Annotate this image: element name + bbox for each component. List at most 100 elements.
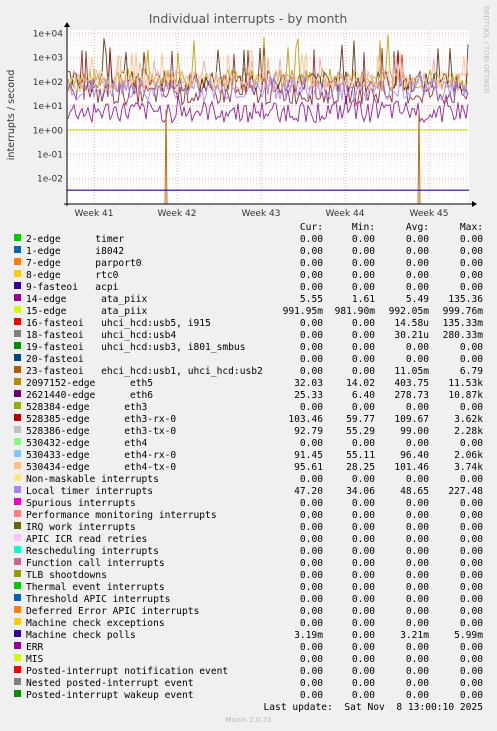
legend-max: 11.53k — [448, 378, 483, 389]
legend-cur: 0.00 — [299, 330, 323, 341]
legend-avg: 0.00 — [405, 690, 429, 701]
legend-cur: 0.00 — [299, 606, 323, 617]
legend-cur: 0.00 — [299, 258, 323, 269]
y-tick-label: 1e-01 — [37, 151, 63, 161]
legend-avg: 109.67 — [394, 414, 429, 425]
legend-avg: 992.05m — [388, 306, 429, 317]
legend-label: Non-maskable interrupts — [26, 474, 159, 485]
legend-swatch — [14, 378, 21, 385]
legend-avg: 278.73 — [394, 390, 429, 401]
legend-row: 530432-edge eth4 0.00 0.00 0.00 0.00 — [0, 438, 497, 450]
legend-swatch — [14, 234, 21, 241]
legend-avg: 0.00 — [405, 546, 429, 557]
legend-min: 59.77 — [346, 414, 375, 425]
legend-row: Posted-interrupt wakeup event 0.00 0.00 0.0… — [0, 690, 497, 702]
legend-min: 34.06 — [346, 486, 375, 497]
legend-avg: 0.00 — [405, 654, 429, 665]
legend-cur: 91.45 — [294, 450, 323, 461]
legend-max: 0.00 — [459, 582, 483, 593]
legend-max: 10.87k — [448, 390, 483, 401]
legend-cur: 103.46 — [288, 414, 323, 425]
legend-swatch — [14, 558, 21, 565]
legend-swatch — [14, 522, 21, 529]
legend-swatch — [14, 498, 21, 505]
legend-cur: 95.61 — [294, 462, 323, 473]
legend-row: Nested posted-interrupt event 0.00 0.00 0.0… — [0, 678, 497, 690]
legend-row: 14-edge ata_piix 5.55 1.61 5.49 135.36 — [0, 294, 497, 306]
legend-swatch — [14, 690, 21, 697]
legend-avg: 0.00 — [405, 666, 429, 677]
legend-cur: 0.00 — [299, 498, 323, 509]
legend-avg: 0.00 — [405, 570, 429, 581]
legend-avg: 0.00 — [405, 282, 429, 293]
legend-row: 16-fasteoi uhci_hcd:usb5, i915 0.00 0.00 14… — [0, 318, 497, 330]
legend-label: 18-fasteoi uhci_hcd:usb4 — [26, 330, 177, 341]
legend-min: 0.00 — [351, 438, 375, 449]
legend-avg: 0.00 — [405, 522, 429, 533]
legend-min: 0.00 — [351, 258, 375, 269]
legend-cur: 5.55 — [299, 294, 323, 305]
legend-swatch — [14, 438, 21, 445]
legend-max: 0.00 — [459, 234, 483, 245]
legend-cur: 0.00 — [299, 522, 323, 533]
legend-max: 0.00 — [459, 678, 483, 689]
legend-row: TLB shootdowns 0.00 0.00 0.00 0.00 — [0, 570, 497, 582]
legend-max: 135.36 — [448, 294, 483, 305]
legend-row: 2097152-edge eth5 32.03 14.02 403.75 11.53k — [0, 378, 497, 390]
legend-avg: 30.21u — [394, 330, 429, 341]
legend-label: 8-edge rtc0 — [26, 270, 119, 281]
legend-row: 19-fasteoi uhci_hcd:usb3, i801_smbus 0.00… — [0, 342, 497, 354]
legend-max: 227.48 — [448, 486, 483, 497]
legend-max: 2.28k — [454, 426, 483, 437]
legend-swatch — [14, 270, 21, 277]
legend-min: 981.90m — [334, 306, 375, 317]
legend-avg: 101.46 — [394, 462, 429, 473]
legend-cur: 0.00 — [299, 582, 323, 593]
legend-swatch — [14, 426, 21, 433]
legend-label: Machine check exceptions — [26, 618, 165, 629]
legend-row: Thermal event interrupts 0.00 0.00 0.00 0.00 — [0, 582, 497, 594]
y-axis-label: interrupts / second — [6, 70, 17, 161]
legend-max: 0.00 — [459, 642, 483, 653]
legend-min: 0.00 — [351, 246, 375, 257]
legend-swatch — [14, 630, 21, 637]
y-tick-label: 1e+02 — [33, 78, 63, 88]
legend-label: 530433-edge eth4-rx-0 — [26, 450, 177, 461]
legend-avg: 14.58u — [394, 318, 429, 329]
legend-avg: 0.00 — [405, 402, 429, 413]
legend-min: 0.00 — [351, 342, 375, 353]
x-tick-labels: Week 41 Week 42 Week 43 Week 44 Week 45 — [75, 209, 449, 219]
legend-max: 0.00 — [459, 258, 483, 269]
legend-row: Deferred Error APIC interrupts 0.00 0.00 0.… — [0, 606, 497, 618]
legend-min: 0.00 — [351, 570, 375, 581]
legend-avg: 3.21m — [400, 630, 429, 641]
legend-cur: 0.00 — [299, 246, 323, 257]
legend-row: 530434-edge eth4-tx-0 95.61 28.25 101.46 3.7… — [0, 462, 497, 474]
legend-max: 0.00 — [459, 558, 483, 569]
legend-avg: 0.00 — [405, 354, 429, 365]
legend-label: 530434-edge eth4-tx-0 — [26, 462, 177, 473]
legend-max: 0.00 — [459, 594, 483, 605]
legend-row: IRQ work interrupts 0.00 0.00 0.00 0.00 — [0, 522, 497, 534]
legend-header: Cur: Min: Avg: Max: — [0, 222, 497, 234]
legend-row: MIS 0.00 0.00 0.00 0.00 — [0, 654, 497, 666]
chart: Individual interrupts - by month interru… — [6, 6, 490, 219]
legend-row: Spurious interrupts 0.00 0.00 0.00 0.00 — [0, 498, 497, 510]
legend-swatch — [14, 342, 21, 349]
legend-max: 0.00 — [459, 402, 483, 413]
chart-title: Individual interrupts - by month — [149, 11, 348, 26]
legend-min: 0.00 — [351, 630, 375, 641]
legend-cur: 25.33 — [294, 390, 323, 401]
legend-row: Machine check exceptions 0.00 0.00 0.00 0.00 — [0, 618, 497, 630]
legend-min: 28.25 — [346, 462, 375, 473]
legend-row: ERR 0.00 0.00 0.00 0.00 — [0, 642, 497, 654]
legend-label: IRQ work interrupts — [26, 522, 136, 533]
y-axis-arrow — [64, 22, 70, 27]
x-tick-label: Week 45 — [410, 209, 449, 219]
legend-label: Local timer interrupts — [26, 486, 154, 497]
legend-label: 15-edge ata_piix — [26, 306, 148, 317]
legend-swatch — [14, 486, 21, 493]
legend-row: 8-edge rtc0 0.00 0.00 0.00 0.00 — [0, 270, 497, 282]
legend-max: 0.00 — [459, 270, 483, 281]
legend-max: 2.06k — [454, 450, 483, 461]
